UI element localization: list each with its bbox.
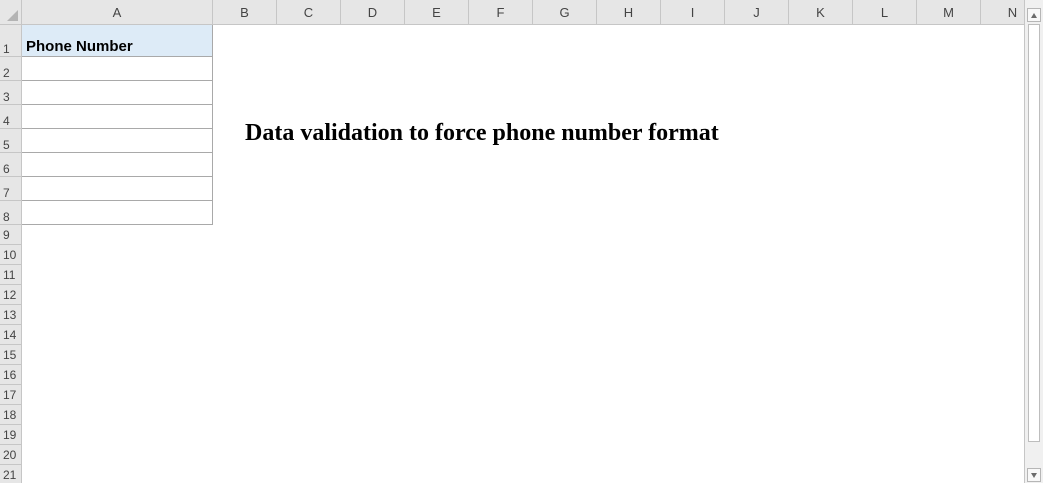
column-header-g[interactable]: G [533,0,597,25]
sheet-title-text: Data validation to force phone number fo… [245,120,719,146]
select-all-triangle-icon [7,10,18,21]
scroll-up-icon [1031,13,1037,18]
column-header-a[interactable]: A [22,0,213,25]
column-header-k[interactable]: K [789,0,853,25]
cell-a6[interactable] [22,153,213,177]
scroll-thumb[interactable] [1028,24,1040,442]
cell-a3[interactable] [22,81,213,105]
row-header-13[interactable]: 13 [0,305,22,325]
row-header-4[interactable]: 4 [0,105,22,129]
cell-a1[interactable]: Phone Number [22,25,213,57]
row-header-1[interactable]: 1 [0,25,22,57]
row-header-15[interactable]: 15 [0,345,22,365]
column-header-b[interactable]: B [213,0,277,25]
row-header-16[interactable]: 16 [0,365,22,385]
row-header-19[interactable]: 19 [0,425,22,445]
scroll-up-button[interactable] [1027,8,1041,22]
row-header-9[interactable]: 9 [0,225,22,245]
row-header-20[interactable]: 20 [0,445,22,465]
row-header-3[interactable]: 3 [0,81,22,105]
cell-a1-text: Phone Number [26,38,133,55]
row-header-2[interactable]: 2 [0,57,22,81]
spreadsheet-grid[interactable]: ABCDEFGHIJKLMN 1 2 3 4 5 6 7 8 9 10 11 12 13 14 15 16 17… [0,0,1043,483]
column-header-e[interactable]: E [405,0,469,25]
row-header-12[interactable]: 12 [0,285,22,305]
column-header-j[interactable]: J [725,0,789,25]
cell-a2[interactable] [22,57,213,81]
cell-a8[interactable] [22,201,213,225]
row-header-5[interactable]: 5 [0,129,22,153]
vertical-scrollbar[interactable] [1024,0,1043,483]
row-header-8[interactable]: 8 [0,201,22,225]
row-header-6[interactable]: 6 [0,153,22,177]
row-header-14[interactable]: 14 [0,325,22,345]
row-header-7[interactable]: 7 [0,177,22,201]
row-header-17[interactable]: 17 [0,385,22,405]
row-header-18[interactable]: 18 [0,405,22,425]
cell-a4[interactable] [22,105,213,129]
scroll-down-button[interactable] [1027,468,1041,482]
column-header-d[interactable]: D [341,0,405,25]
row-header-11[interactable]: 11 [0,265,22,285]
column-header-i[interactable]: I [661,0,725,25]
column-header-h[interactable]: H [597,0,661,25]
cell-a5[interactable] [22,129,213,153]
row-header-21[interactable]: 21 [0,465,22,483]
column-header-c[interactable]: C [277,0,341,25]
cell-a7[interactable] [22,177,213,201]
row-header-10[interactable]: 10 [0,245,22,265]
column-header-m[interactable]: M [917,0,981,25]
scroll-down-icon [1031,473,1037,478]
column-header-l[interactable]: L [853,0,917,25]
column-header-f[interactable]: F [469,0,533,25]
select-all-corner[interactable] [0,0,22,25]
